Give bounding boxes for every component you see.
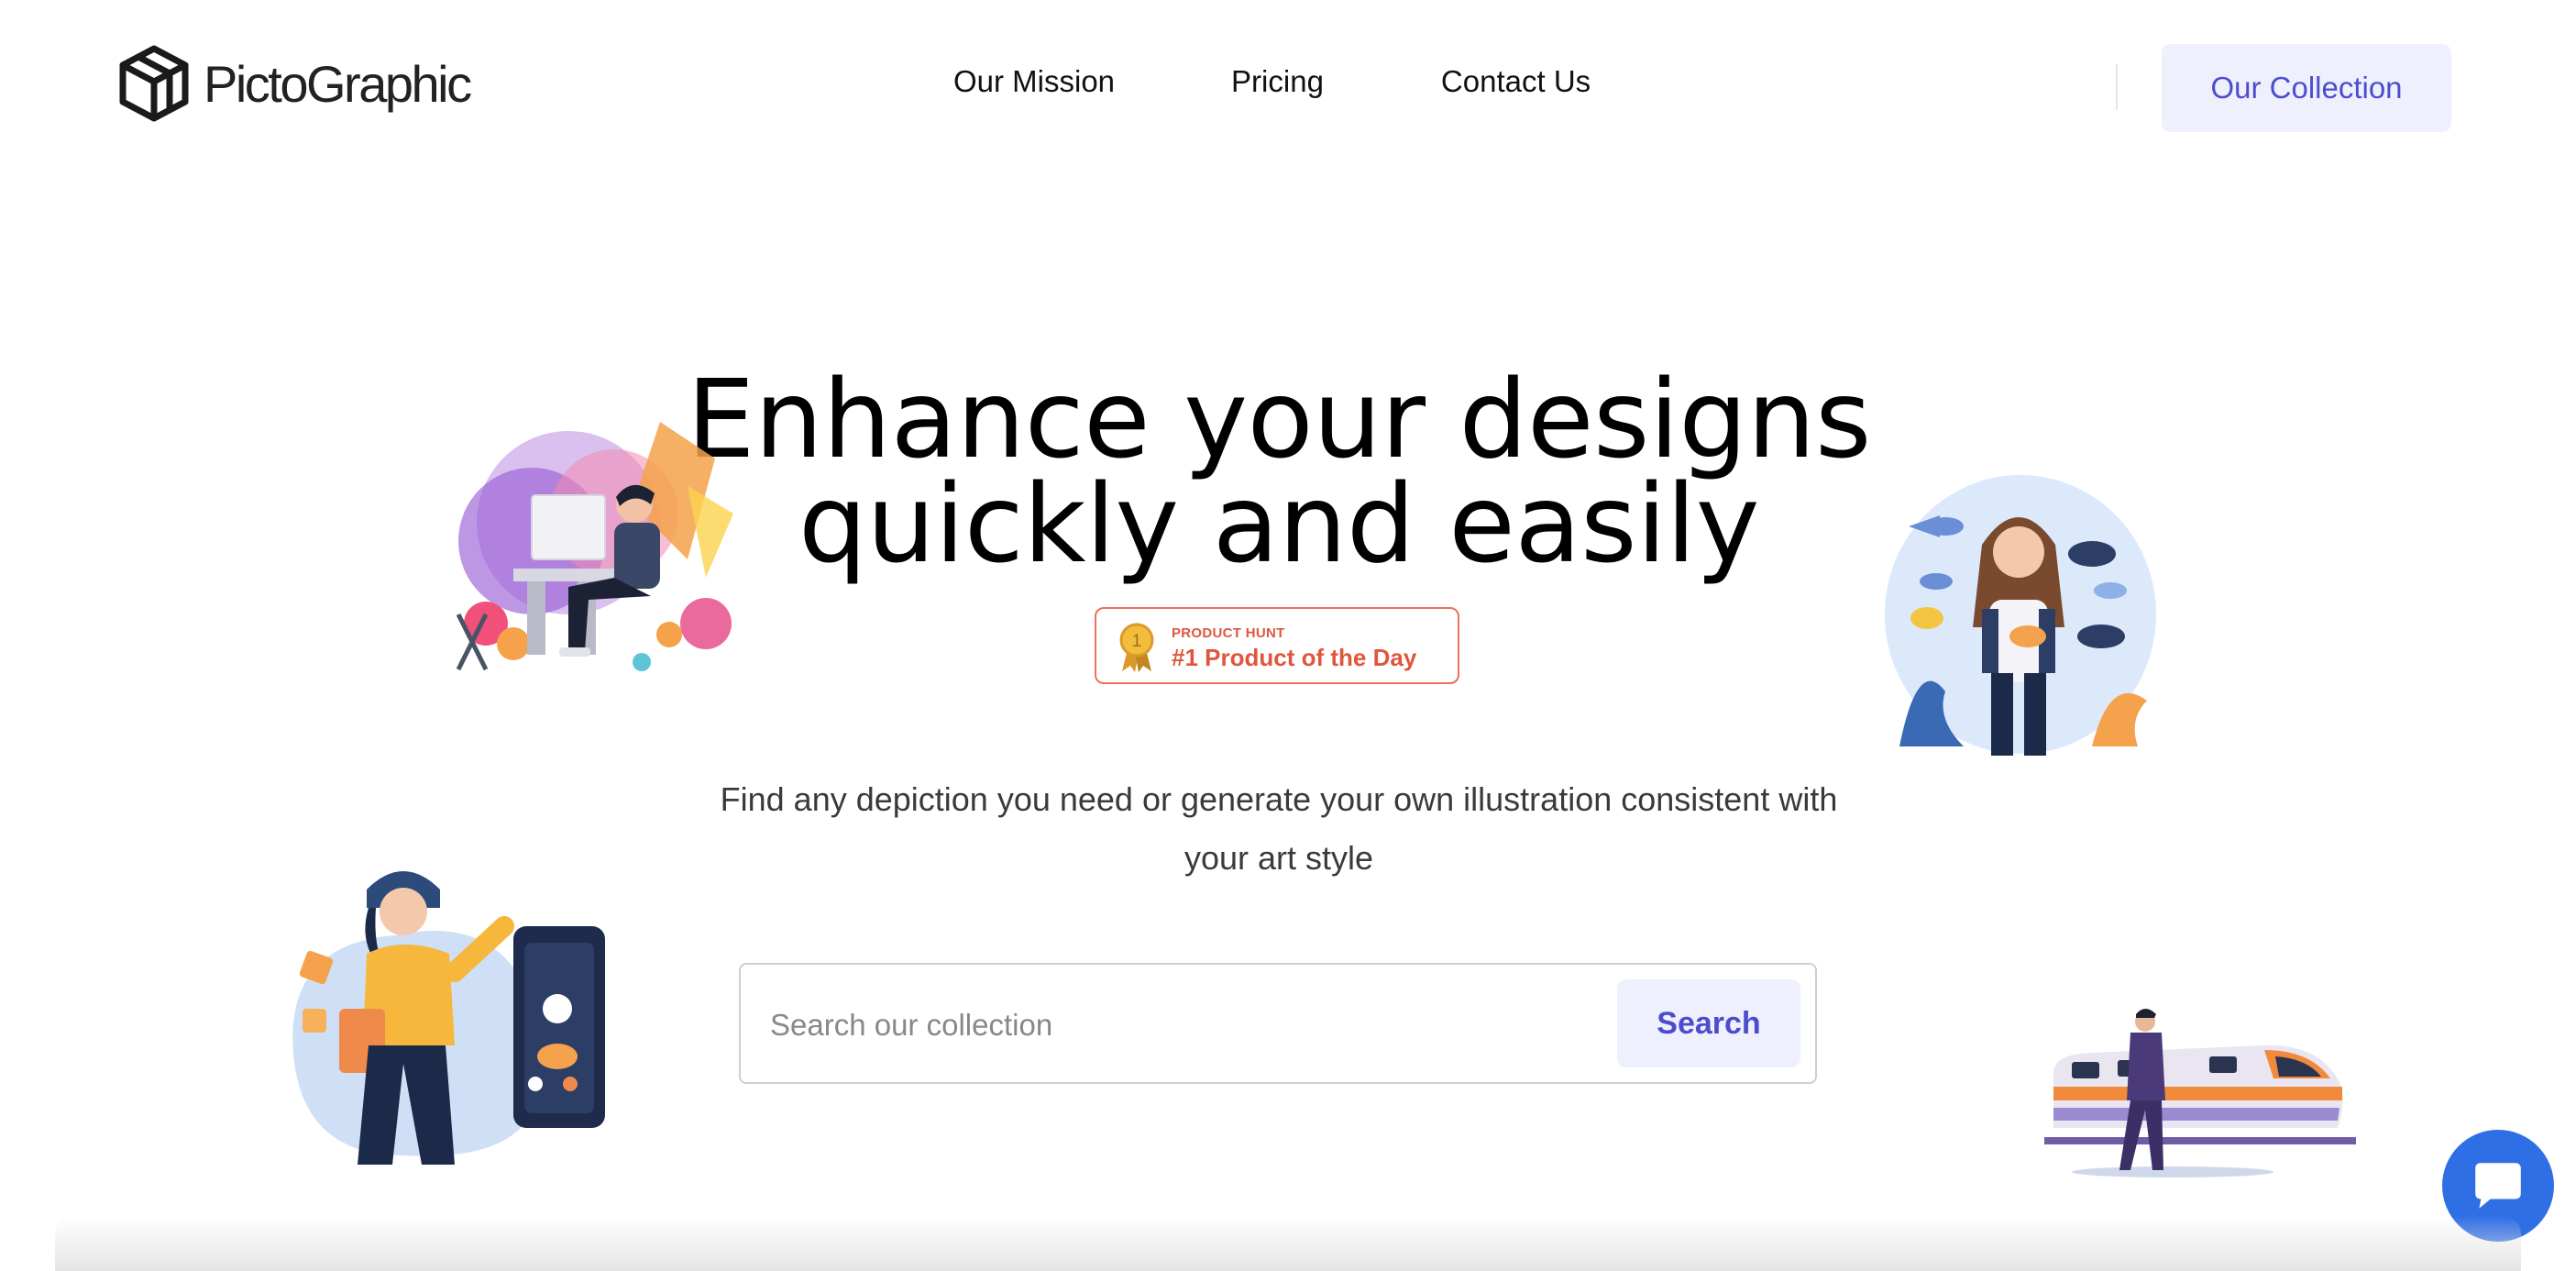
svg-text:1: 1 — [1132, 632, 1142, 651]
search-input[interactable] — [768, 992, 1579, 1058]
designer-at-computer-illustration — [456, 422, 733, 671]
main-nav: Our Mission Pricing Contact Us — [953, 64, 1591, 99]
hero-headline: Enhance your designs quickly and easily — [687, 356, 1871, 587]
badge-title: #1 Product of the Day — [1172, 644, 1417, 671]
badge-kicker: PRODUCT HUNT — [1172, 625, 1285, 641]
our-collection-button[interactable]: Our Collection — [2162, 44, 2451, 132]
nav-our-mission[interactable]: Our Mission — [953, 64, 1115, 99]
cube-logo-icon — [119, 45, 189, 122]
site-header: PictoGraphic Our Mission Pricing Contact… — [0, 0, 2576, 174]
content-card-edge — [55, 1216, 2521, 1271]
chat-bubble-icon — [2475, 1163, 2521, 1209]
man-with-train-illustration — [2044, 1009, 2356, 1177]
brand-name: PictoGraphic — [204, 54, 472, 113]
nav-pricing[interactable]: Pricing — [1231, 64, 1324, 99]
woman-with-phone-illustration — [292, 871, 605, 1165]
search-button[interactable]: Search — [1617, 979, 1800, 1067]
nav-divider — [2116, 64, 2118, 110]
medal-icon: 1 — [1119, 623, 1154, 672]
hero-subtext: Find any depiction you need or generate … — [720, 780, 1838, 877]
woman-with-fish-illustration — [1885, 475, 2156, 756]
search-bar: Search — [739, 963, 1817, 1084]
logo[interactable]: PictoGraphic — [117, 44, 472, 123]
nav-contact-us[interactable]: Contact Us — [1441, 64, 1591, 99]
product-hunt-badge[interactable]: 1 PRODUCT HUNT #1 Product of the Day — [1095, 607, 1459, 684]
